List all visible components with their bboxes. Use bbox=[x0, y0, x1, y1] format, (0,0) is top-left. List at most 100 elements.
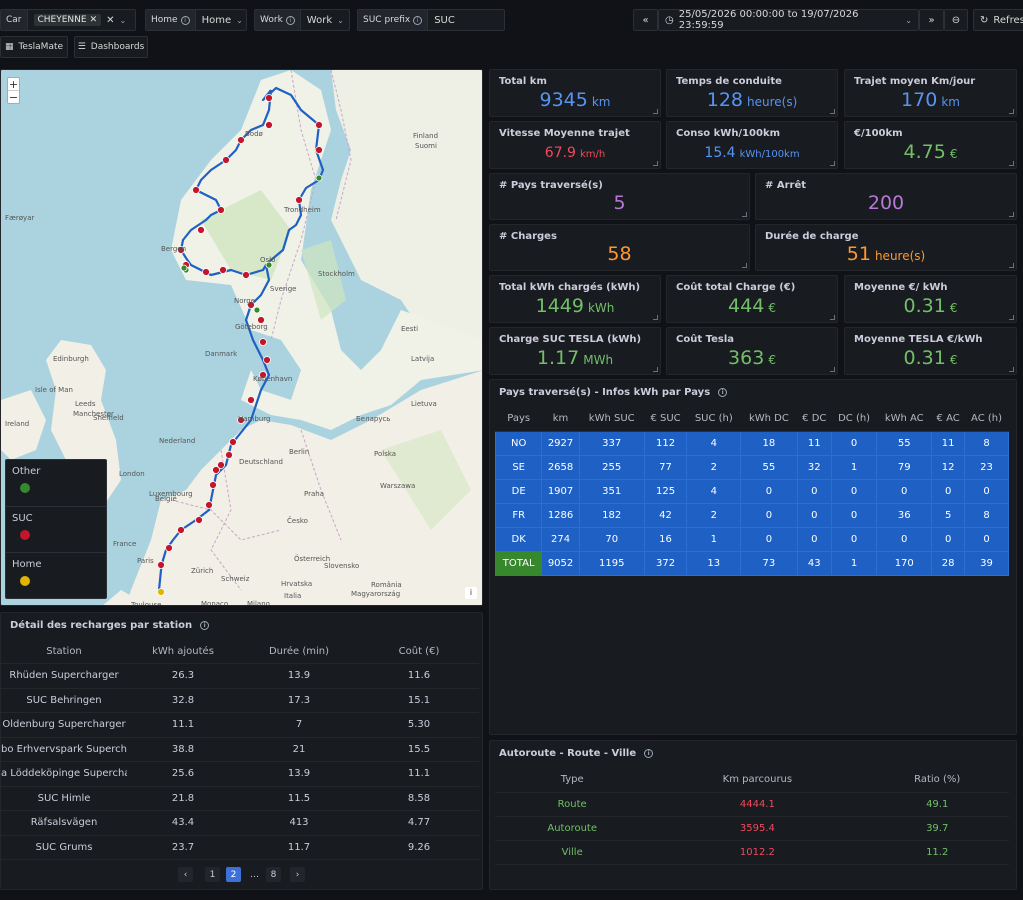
time-shift-forward-button[interactable]: » bbox=[919, 9, 944, 31]
work-variable: Work i Work ⌄ bbox=[254, 9, 350, 31]
pagination-page-1[interactable]: 1 bbox=[205, 867, 220, 882]
table-cell: 8 bbox=[964, 502, 1009, 528]
column-header[interactable]: Durée (min) bbox=[239, 639, 359, 664]
column-header[interactable]: € DC bbox=[797, 407, 832, 432]
info-icon[interactable]: i bbox=[644, 749, 654, 758]
teslamate-link[interactable]: ▦ TeslaMate bbox=[0, 36, 68, 58]
pagination-next-button[interactable]: › bbox=[290, 867, 305, 882]
map-place-label: Danmark bbox=[205, 350, 238, 358]
chevron-down-icon[interactable]: ⌄ bbox=[120, 16, 127, 25]
car-select[interactable]: CHEYENNE ✕ ✕ ⌄ bbox=[28, 10, 133, 30]
legend-item-other[interactable]: Other bbox=[6, 460, 106, 507]
resize-handle[interactable] bbox=[830, 161, 835, 166]
column-header[interactable]: € SUC bbox=[644, 407, 687, 432]
refresh-button[interactable]: ↻Refresh bbox=[973, 9, 1023, 31]
table-cell: 0 bbox=[830, 526, 878, 552]
info-icon[interactable]: i bbox=[718, 388, 728, 397]
table-cell: 0 bbox=[876, 478, 933, 504]
column-header[interactable]: Pays bbox=[495, 407, 542, 432]
table-cell: 372 bbox=[643, 550, 688, 576]
column-header[interactable]: DC (h) bbox=[831, 407, 877, 432]
map-place-label: Berlin bbox=[289, 448, 310, 456]
stat-cout-tesla: Coût Tesla 363 € bbox=[666, 327, 838, 375]
table-cell: 2 bbox=[686, 454, 742, 480]
table-cell: 0 bbox=[830, 478, 878, 504]
stat-vitesse-moyenne: Vitesse Moyenne trajet 67.9 km/h bbox=[489, 121, 661, 169]
table-cell: 39.7 bbox=[865, 816, 1009, 841]
column-header[interactable]: km bbox=[541, 407, 580, 432]
table-cell: 12 bbox=[931, 454, 966, 480]
clear-icon[interactable]: ✕ bbox=[106, 15, 114, 26]
pagination-prev-button[interactable]: ‹ bbox=[178, 867, 193, 882]
resize-handle[interactable] bbox=[653, 367, 658, 372]
resize-handle[interactable] bbox=[830, 315, 835, 320]
info-icon[interactable]: i bbox=[413, 15, 423, 25]
info-icon[interactable]: i bbox=[285, 15, 295, 25]
column-header[interactable]: kWh SUC bbox=[579, 407, 645, 432]
suc-prefix-input[interactable]: SUC bbox=[428, 10, 461, 30]
resize-handle[interactable] bbox=[653, 109, 658, 114]
map-place-label: København bbox=[253, 375, 293, 383]
map-place-label: Nederland bbox=[159, 437, 196, 445]
map-place-label: Italia bbox=[284, 592, 302, 600]
column-header[interactable]: Type bbox=[495, 768, 650, 793]
table-cell: 39 bbox=[964, 550, 1009, 576]
column-header[interactable]: AC (h) bbox=[964, 407, 1009, 432]
home-select[interactable]: Home ⌄ bbox=[196, 10, 249, 30]
resize-handle[interactable] bbox=[1009, 263, 1014, 268]
pagination-page-2[interactable]: 2 bbox=[226, 867, 241, 882]
work-select[interactable]: Work ⌄ bbox=[301, 10, 350, 30]
dashboards-link[interactable]: ☰ Dashboards bbox=[74, 36, 148, 58]
pays-table: Pays km kWh SUC € SUC SUC (h) kWh DC € DC DC (h… bbox=[494, 407, 1009, 576]
map-place-label: Norge bbox=[234, 297, 256, 305]
map-place-label: Bergen bbox=[161, 245, 187, 253]
column-header[interactable]: Station bbox=[1, 639, 127, 664]
resize-handle[interactable] bbox=[653, 315, 658, 320]
attribution-button[interactable]: i bbox=[465, 587, 477, 599]
remove-chip-icon[interactable]: ✕ bbox=[90, 15, 98, 25]
table-cell: 28 bbox=[931, 550, 966, 576]
legend-dot bbox=[20, 483, 30, 493]
table-row: DE 1907 351 125 4 0 0 0 0 0 0 bbox=[494, 478, 1009, 504]
zoom-out-button[interactable]: − bbox=[8, 91, 19, 104]
table-cell: 38.8 bbox=[127, 737, 239, 762]
zoom-out-time-button[interactable]: ⊖ bbox=[944, 9, 968, 31]
info-icon[interactable]: i bbox=[180, 15, 190, 25]
resize-handle[interactable] bbox=[830, 109, 835, 114]
legend-item-suc[interactable]: SUC bbox=[6, 507, 106, 554]
home-marker bbox=[157, 588, 165, 596]
resize-handle[interactable] bbox=[1009, 315, 1014, 320]
grid-icon: ▦ bbox=[4, 42, 14, 52]
resize-handle[interactable] bbox=[1009, 367, 1014, 372]
pagination-page-8[interactable]: 8 bbox=[266, 867, 281, 882]
resize-handle[interactable] bbox=[1009, 161, 1014, 166]
resize-handle[interactable] bbox=[742, 263, 747, 268]
resize-handle[interactable] bbox=[653, 161, 658, 166]
map-place-label: Monaco bbox=[201, 600, 229, 606]
resize-handle[interactable] bbox=[1009, 109, 1014, 114]
resize-handle[interactable] bbox=[742, 212, 747, 217]
column-header[interactable]: kWh ajoutés bbox=[127, 639, 239, 664]
time-range-picker[interactable]: ◷ 25/05/2026 00:00:00 to 19/07/2026 23:5… bbox=[658, 9, 919, 31]
table-cell: 49.1 bbox=[865, 792, 1009, 817]
column-header[interactable]: SUC (h) bbox=[686, 407, 741, 432]
map-place-label: Lietuva bbox=[411, 400, 437, 408]
legend-item-home[interactable]: Home bbox=[6, 553, 106, 600]
time-shift-back-button[interactable]: « bbox=[633, 9, 658, 31]
column-header[interactable]: € AC bbox=[931, 407, 965, 432]
zoom-in-button[interactable]: + bbox=[8, 78, 19, 91]
column-header[interactable]: kWh AC bbox=[876, 407, 932, 432]
column-header[interactable]: Ratio (%) bbox=[865, 768, 1009, 793]
column-header[interactable]: Coût (€) bbox=[359, 639, 479, 664]
resize-handle[interactable] bbox=[830, 367, 835, 372]
table-cell: bo Erhvervspark Supercha bbox=[1, 737, 127, 762]
info-icon[interactable]: i bbox=[200, 621, 210, 630]
car-chip[interactable]: CHEYENNE ✕ bbox=[33, 14, 102, 26]
column-header[interactable]: kWh DC bbox=[740, 407, 798, 432]
table-cell: 11 bbox=[931, 430, 966, 456]
resize-handle[interactable] bbox=[1009, 212, 1014, 217]
table-cell: Route bbox=[495, 792, 650, 817]
table-cell: 2658 bbox=[541, 454, 580, 480]
stat-charge-suc: Charge SUC TESLA (kWh) 1.17 MWh bbox=[489, 327, 661, 375]
column-header[interactable]: Km parcourus bbox=[649, 768, 866, 793]
